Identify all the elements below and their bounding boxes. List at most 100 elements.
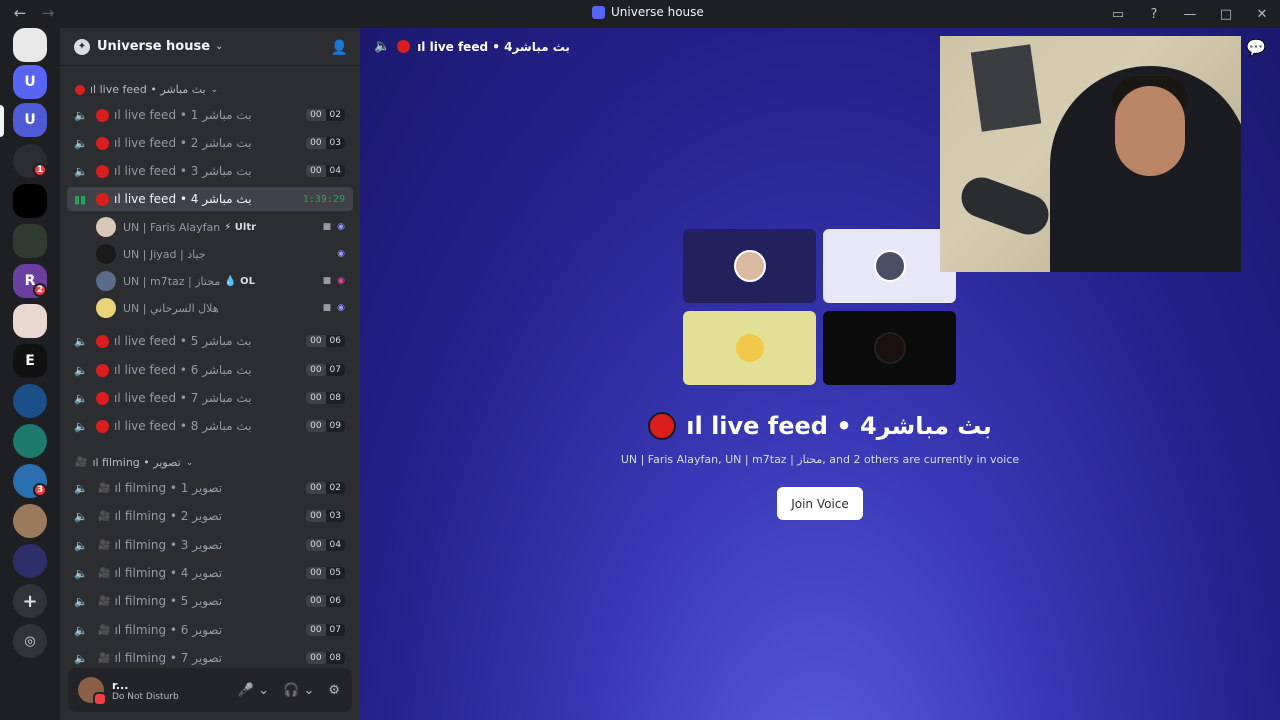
voice-channel[interactable]: 🔈 🎥 ıl filming • تصوير 7 00 08 [67,646,353,670]
voice-channel[interactable]: 🔈 ıl live feed • بث مباشر 7 00 08 [67,386,353,410]
server-icon-8[interactable] [13,304,47,338]
category-live[interactable]: ıl live feed • بث مباشر ⌄ [75,83,218,96]
discover-icon[interactable]: ◎ [13,624,47,658]
voice-user[interactable]: UN | Faris Alayfan ⚡ Ultr ■ ◉ [96,215,351,239]
camera-icon: ■ [322,276,332,286]
user-tag: 💧 OL [224,275,256,287]
minimize-button[interactable]: — [1172,7,1208,22]
microphone-icon[interactable]: 🎤 ⌄ [238,683,269,698]
participant-tile[interactable] [683,311,816,385]
user-counter: 00 02 [306,482,345,494]
server-icon-9[interactable]: E [13,344,47,378]
voice-channel[interactable]: 🔈 🎥 ıl filming • تصوير 1 00 02 [67,476,353,500]
category-filming[interactable]: 🎥 ıl filming • تصوير ⌄ [75,456,193,469]
webcam-face [1115,86,1185,176]
voice-channel[interactable]: 🔈 ıl live feed • بث مباشر 8 00 09 [67,414,353,438]
back-arrow-icon[interactable]: ← [12,4,28,22]
speaker-icon: 🔈 [74,164,88,178]
speaker-icon: 🔈 [374,39,391,54]
live-dot-icon [96,334,109,348]
add-member-icon[interactable]: 👤 [331,40,348,56]
chat-bubble-icon[interactable]: 💬 [1246,38,1266,57]
server-icon-6[interactable] [13,224,47,258]
mention-badge: 1 [33,163,47,177]
server-icon-2[interactable]: U [13,65,47,99]
camera-icon: 🎥 [98,539,111,551]
speaker-icon: 🔈 [74,481,88,495]
chevron-down-icon: ⌄ [215,41,224,52]
user-counter: 00 06 [306,335,345,347]
user-panel: r... Do Not Disturb 🎤 ⌄ 🎧 ⌄ ⚙ [68,668,352,712]
participant-tile[interactable] [823,229,956,303]
participant-tile[interactable] [823,311,956,385]
speaker-icon: 🔈 [74,391,88,405]
voice-channel[interactable]: 🔈 ıl live feed • بث مباشر 1 00 02 [67,103,353,127]
server-icon-14[interactable] [13,544,47,578]
camera-icon: 🎥 [98,510,111,522]
headphones-icon[interactable]: 🎧 ⌄ [283,683,314,698]
voice-channel[interactable]: 🔈 🎥 ıl filming • تصوير 4 00 05 [67,561,353,585]
avatar[interactable] [78,677,107,706]
avatar [96,298,116,318]
voice-channel[interactable]: 🔈 🎥 ıl filming • تصوير 6 00 07 [67,618,353,642]
voice-channel-active[interactable]: ▮▮ ıl live feed • بث مباشر 4 1:39:29 [67,187,353,211]
server-icon [592,5,605,19]
close-button[interactable]: ✕ [1244,7,1280,22]
channel-header: 🔈 ıl live feed • بث مباشر4 [374,39,570,54]
voice-channel[interactable]: 🔈 🎥 ıl filming • تصوير 5 00 06 [67,589,353,613]
server-icon-1[interactable] [13,28,47,62]
username[interactable]: r... [112,679,179,692]
title-bar: ← → Universe house ▭ ? — □ ✕ [0,0,1280,28]
camera-icon: ■ [322,222,332,232]
voice-user-name: UN | m7taz | محتاز [123,274,221,288]
voice-channel[interactable]: 🔈 🎥 ıl filming • تصوير 3 00 04 [67,533,353,557]
camera-icon: 🎥 [98,567,111,579]
maximize-button[interactable]: □ [1208,7,1244,22]
user-counter: 00 02 [306,109,345,121]
voice-channel[interactable]: 🔈 ıl live feed • بث مباشر 5 00 06 [67,329,353,353]
gear-icon[interactable]: ⚙ [328,683,340,698]
server-icon-13[interactable] [13,504,47,538]
voice-user-name: UN | Faris Alayfan [123,220,221,234]
server-universe-house[interactable]: U [13,103,47,137]
avatar [96,244,116,264]
server-icon-10[interactable] [13,384,47,418]
avatar [873,250,906,282]
voice-channel[interactable]: 🔈 ıl live feed • بث مباشر 6 00 07 [67,358,353,382]
guild-header[interactable]: ✦ Universe house ⌄ 👤 [60,28,360,66]
participant-tile[interactable] [683,229,816,303]
voice-channel[interactable]: 🔈 ıl live feed • بث مباشر 2 00 03 [67,131,353,155]
live-dot-icon [96,391,109,405]
voice-channel[interactable]: 🔈 🎥 ıl filming • تصوير 2 00 03 [67,504,353,528]
speaker-icon: 🔈 [74,334,88,348]
activity-icon: ◉ [337,303,345,313]
server-icon-5[interactable] [13,184,47,218]
voice-channel[interactable]: 🔈 ıl live feed • بث مباشر 3 00 04 [67,159,353,183]
live-dot-icon [75,84,85,95]
voice-user[interactable]: UN | هلال السرحاني ■ ◉ [96,296,351,320]
window-title-text: Universe house [611,5,704,19]
help-icon[interactable]: ? [1136,7,1172,22]
voice-user[interactable]: UN | m7taz | محتاز 💧 OL ■ ◉ [96,269,351,293]
speaker-icon: 🔈 [74,509,88,523]
inbox-icon[interactable]: ▭ [1100,7,1136,22]
history-nav: ← → [12,4,56,22]
forward-arrow-icon[interactable]: → [40,4,56,22]
voice-channel-title-text: ıl live feed • بث مباشر4 [686,412,992,440]
controller-icon: ◉ [337,222,345,232]
server-icon-11[interactable] [13,424,47,458]
user-status: Do Not Disturb [112,691,179,702]
avatar [733,250,766,282]
controller-icon: ◉ [337,276,345,286]
speaker-icon: 🔈 [74,651,88,665]
user-counter: 00 04 [306,539,345,551]
live-dot-icon [96,419,109,433]
live-dot-icon [96,164,109,178]
join-voice-button[interactable]: Join Voice [777,487,863,520]
user-counter: 00 07 [306,624,345,636]
voice-user[interactable]: UN | Jiyad | جياد ◉ [96,242,351,266]
poster-image [970,44,1042,132]
add-server-icon[interactable]: + [13,584,47,618]
mention-badge: 3 [33,483,47,497]
speaker-icon: 🔈 [74,623,88,637]
